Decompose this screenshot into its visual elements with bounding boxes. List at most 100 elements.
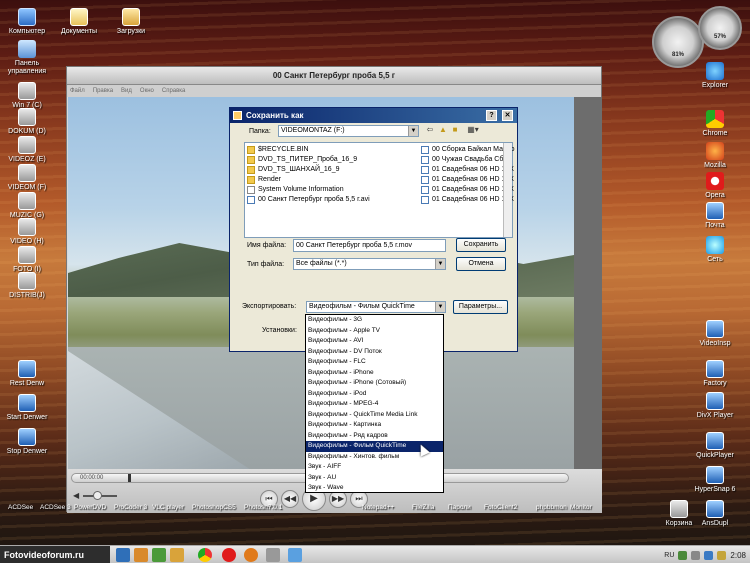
- folder-combo[interactable]: VIDEOMONTAZ (F:) ▼: [278, 125, 419, 137]
- shortcut-label[interactable]: Пароли: [448, 504, 471, 511]
- file-item[interactable]: Render: [247, 175, 370, 185]
- file-item[interactable]: 01 Свадебная 06 HD 16X: [421, 165, 515, 175]
- desktop-icon[interactable]: Opera: [688, 172, 742, 200]
- filename-input[interactable]: 00 Санкт Петербург проба 5,5 г.mov: [293, 239, 446, 252]
- file-item[interactable]: 00 Сборка Байкал Масло: [421, 145, 515, 155]
- dropdown-option[interactable]: Видеофильм - 3G: [306, 315, 443, 326]
- chrome-taskbar-icon[interactable]: [198, 548, 212, 562]
- desktop-icon[interactable]: Компьютер: [0, 8, 54, 36]
- dropdown-option[interactable]: Звук - AIFF: [306, 462, 443, 473]
- file-item[interactable]: 01 Свадебная 06 HD 16X: [421, 185, 515, 195]
- shortcut-label[interactable]: PowerDVD: [74, 504, 106, 511]
- file-item[interactable]: $RECYCLE.BIN: [247, 145, 370, 155]
- opera-taskbar-icon[interactable]: [222, 548, 236, 562]
- back-icon[interactable]: ⇦: [425, 125, 435, 135]
- export-combo[interactable]: Видеофильм - Фильм QuickTime ▼: [306, 301, 446, 313]
- desktop-icon[interactable]: QuickPlayer: [688, 432, 742, 460]
- desktop-icon[interactable]: DOKUM (D): [0, 108, 54, 136]
- shortcut-label[interactable]: FileZilla: [412, 504, 434, 511]
- shortcut-label[interactable]: Monitor: [570, 504, 592, 511]
- file-list[interactable]: $RECYCLE.BIN DVD_TS_ПИТЕР_Проба_16_9 DVD_T…: [244, 142, 515, 238]
- desktop-icon[interactable]: Win 7 (C): [0, 82, 54, 110]
- shortcut-label[interactable]: ProCoder 3: [114, 504, 147, 511]
- dropdown-option[interactable]: Видеофильм - iPod: [306, 389, 443, 400]
- dropdown-option[interactable]: Видеофильм - FLC: [306, 357, 443, 368]
- dropdown-option[interactable]: Видеофильм - Картинка: [306, 420, 443, 431]
- desktop-icon[interactable]: Start Denwer: [0, 394, 54, 422]
- desktop-icon[interactable]: Панель управления: [0, 40, 54, 76]
- shortcut-label[interactable]: ACDSee 3: [40, 504, 71, 511]
- file-item[interactable]: DVD_TS_ПИТЕР_Проба_16_9: [247, 155, 370, 165]
- rewind-button[interactable]: ◀◀: [281, 490, 299, 508]
- help-button[interactable]: ?: [486, 110, 497, 121]
- shortcut-label[interactable]: PhotoshopCS5: [192, 504, 236, 511]
- file-item[interactable]: System Volume Information: [247, 185, 370, 195]
- desktop-icon[interactable]: Mozilla: [688, 142, 742, 170]
- shortcut-label[interactable]: Notepad++: [362, 504, 394, 511]
- file-item[interactable]: 00 Санкт Петербург проба 5,5 г.avi: [247, 195, 370, 205]
- taskbar-app-icon[interactable]: [134, 548, 148, 562]
- dropdown-option[interactable]: Видеофильм - MPEG-4: [306, 399, 443, 410]
- filetype-combo[interactable]: Все файлы (*.*) ▼: [293, 258, 446, 270]
- new-folder-icon[interactable]: ■: [450, 125, 460, 135]
- up-folder-icon[interactable]: ▲: [438, 125, 448, 135]
- shortcut-label[interactable]: FotoClient2: [484, 504, 517, 511]
- system-monitor-gadget[interactable]: 81% 57%: [652, 6, 744, 68]
- taskbar-app-icon[interactable]: [152, 548, 166, 562]
- taskbar-app-icon[interactable]: [170, 548, 184, 562]
- desktop-icon[interactable]: VIDEOZ (E): [0, 136, 54, 164]
- desktop-icon[interactable]: HyperSnap 6: [688, 466, 742, 494]
- dropdown-option[interactable]: Видеофильм - QuickTime Media Link: [306, 410, 443, 421]
- player-menu-item[interactable]: Правка: [93, 85, 113, 97]
- volume-knob[interactable]: [93, 491, 102, 500]
- file-item[interactable]: 01 Свадебная 06 HD 16X: [421, 195, 515, 205]
- desktop-icon[interactable]: DISTRIB(J): [0, 272, 54, 300]
- dropdown-option[interactable]: Видеофильм - AVI: [306, 336, 443, 347]
- quicktime-taskbar-icon[interactable]: [288, 548, 302, 562]
- params-button[interactable]: Параметры...: [453, 300, 508, 314]
- shortcut-label[interactable]: ACDSee: [8, 504, 33, 511]
- export-dropdown-list[interactable]: Видеофильм - 3G Видеофильм - Apple TV Виде…: [305, 314, 444, 493]
- tray-icon[interactable]: [678, 550, 688, 560]
- desktop-icon[interactable]: FOTO (I): [0, 246, 54, 274]
- desktop-icon[interactable]: VideoInsp: [688, 320, 742, 348]
- playhead[interactable]: [128, 474, 131, 482]
- player-menu-item[interactable]: Файл: [70, 85, 85, 97]
- desktop-icon[interactable]: Сеть: [688, 236, 742, 264]
- desktop-icon[interactable]: Документы: [52, 8, 106, 36]
- taskbar-app-icon[interactable]: [266, 548, 280, 562]
- player-menu-item[interactable]: Вид: [121, 85, 132, 97]
- desktop-icon[interactable]: Rest Denw: [0, 360, 54, 388]
- language-indicator[interactable]: RU: [664, 552, 674, 559]
- dropdown-option[interactable]: Звук - AU: [306, 473, 443, 484]
- desktop-icon[interactable]: Factory: [688, 360, 742, 388]
- view-menu-icon[interactable]: ▦▾: [464, 125, 482, 135]
- tray-icon[interactable]: [704, 550, 714, 560]
- desktop-icon[interactable]: Chrome: [688, 110, 742, 138]
- desktop-icon[interactable]: Корзина: [652, 500, 706, 528]
- file-item[interactable]: 00 Чужая Свадьба Сбор: [421, 155, 515, 165]
- desktop-icon[interactable]: Почта: [688, 202, 742, 230]
- taskbar-app-icon[interactable]: [116, 548, 130, 562]
- dropdown-option[interactable]: Видеофильм - DV Поток: [306, 347, 443, 358]
- dropdown-option[interactable]: Видеофильм - Ряд кадров: [306, 431, 443, 442]
- file-list-scrollbar[interactable]: [503, 143, 512, 237]
- tray-icon[interactable]: [717, 550, 727, 560]
- desktop-icon[interactable]: DivX Player: [688, 392, 742, 420]
- save-button[interactable]: Сохранить: [456, 238, 506, 252]
- dialog-close-button[interactable]: ✕: [502, 110, 513, 121]
- desktop-icon[interactable]: VIDEO (H): [0, 218, 54, 246]
- shortcut-label[interactable]: Photosh7.0.1: [244, 504, 282, 511]
- file-item[interactable]: DVD_TS_ШАНХАЙ_16_9: [247, 165, 370, 175]
- tray-icon[interactable]: [691, 550, 701, 560]
- desktop-icon[interactable]: MUZIC (G): [0, 192, 54, 220]
- player-menu-item[interactable]: Окно: [140, 85, 154, 97]
- file-item[interactable]: 01 Свадебная 06 HD 16X: [421, 175, 515, 185]
- desktop-icon[interactable]: VIDEOM (F): [0, 164, 54, 192]
- volume-slider[interactable]: ◀: [73, 491, 121, 501]
- dropdown-option[interactable]: Видеофильм - Apple TV: [306, 326, 443, 337]
- desktop-icon[interactable]: Explorer: [688, 62, 742, 90]
- dropdown-option[interactable]: Видеофильм - iPhone: [306, 368, 443, 379]
- shortcut-label[interactable]: phpbbmon: [536, 504, 567, 511]
- dropdown-option[interactable]: Звук - Wave: [306, 483, 443, 494]
